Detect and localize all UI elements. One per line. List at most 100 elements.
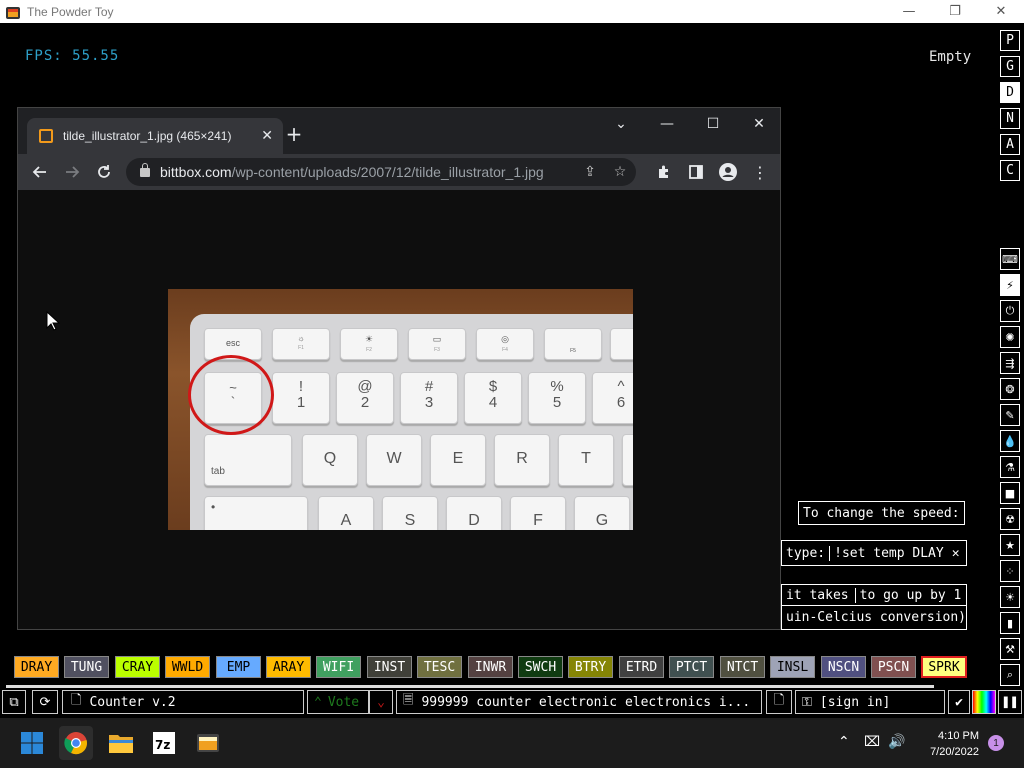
vote-up-button[interactable]: ⌃ Vote bbox=[307, 690, 369, 714]
sign-in-label: [sign in] bbox=[819, 694, 891, 710]
clock-time: 4:10 PM bbox=[938, 730, 979, 742]
element-button-sprk[interactable]: SPRK bbox=[921, 656, 967, 678]
save-name-button[interactable]: 🗋 Counter v.2 bbox=[62, 690, 304, 714]
browser-maximize-button[interactable]: ☐ bbox=[690, 110, 736, 138]
radioactive-icon[interactable]: ☢ bbox=[1000, 508, 1020, 530]
windows-start-icon[interactable] bbox=[15, 726, 49, 760]
flask-icon[interactable]: ⚗ bbox=[1000, 456, 1020, 478]
back-arrow-icon[interactable] bbox=[26, 158, 54, 186]
network-icon[interactable]: ⌧ bbox=[864, 734, 880, 750]
chrome-taskbar-icon[interactable] bbox=[59, 726, 93, 760]
search-icon[interactable]: ⌕ bbox=[1000, 664, 1020, 686]
close-icon[interactable]: ✕ bbox=[952, 546, 960, 561]
lock-icon[interactable] bbox=[140, 162, 150, 177]
new-simulation-icon[interactable]: 🗋 bbox=[766, 690, 792, 714]
key-tab: tab bbox=[204, 434, 292, 486]
key-s: S bbox=[382, 496, 438, 530]
reload-save-icon[interactable]: ⟳ bbox=[32, 690, 58, 714]
plug-icon[interactable]: ⚡ bbox=[1000, 274, 1020, 296]
key-q: Q bbox=[302, 434, 358, 486]
element-button-nscn[interactable]: NSCN bbox=[821, 656, 866, 678]
solid-icon[interactable]: ■ bbox=[1000, 482, 1020, 504]
power-icon[interactable]: ⏻ bbox=[1000, 300, 1020, 322]
browser-minimize-button[interactable]: — bbox=[644, 110, 690, 138]
minimize-button[interactable]: — bbox=[886, 0, 932, 23]
wrench-icon[interactable]: ⚒ bbox=[1000, 638, 1020, 660]
element-button-pscn[interactable]: PSCN bbox=[871, 656, 916, 678]
side-button-air[interactable]: A bbox=[1000, 134, 1020, 155]
notification-badge[interactable]: 1 bbox=[988, 735, 1004, 751]
powder-toy-taskbar-icon[interactable] bbox=[191, 726, 225, 760]
side-button-gravity[interactable]: G bbox=[1000, 56, 1020, 77]
element-button-insl[interactable]: INSL bbox=[770, 656, 815, 678]
element-button-btry[interactable]: BTRY bbox=[568, 656, 613, 678]
forward-arrow-icon[interactable] bbox=[58, 158, 86, 186]
open-save-icon[interactable]: ⧉ bbox=[2, 690, 26, 714]
vote-down-button[interactable]: ⌄ bbox=[369, 690, 393, 714]
settings-check-icon[interactable]: ✔ bbox=[948, 690, 970, 714]
browser-tab[interactable]: tilde_illustrator_1.jpg (465×241) ✕ bbox=[27, 118, 283, 154]
pause-icon[interactable]: ❚❚ bbox=[998, 690, 1022, 714]
powders-icon[interactable]: ✎ bbox=[1000, 404, 1020, 426]
save-tags: 999999 counter electronic electronics i.… bbox=[421, 694, 751, 710]
drop-icon[interactable]: 💧 bbox=[1000, 430, 1020, 452]
speed-tooltip: To change the speed: bbox=[798, 501, 965, 525]
tools-icon[interactable]: ▮ bbox=[1000, 612, 1020, 634]
sign-in-button[interactable]: ⚿ [sign in] bbox=[795, 690, 945, 714]
kebab-menu-icon[interactable]: ⋮ bbox=[746, 158, 774, 186]
rate-tooltip: it takes to go up by 1 bbox=[781, 584, 967, 606]
element-button-dray[interactable]: DRAY bbox=[14, 656, 59, 678]
gases-icon[interactable]: ⇶ bbox=[1000, 352, 1020, 374]
side-button-clear[interactable]: C bbox=[1000, 160, 1020, 181]
key-f2: ☀ F2 bbox=[340, 328, 398, 360]
element-button-aray[interactable]: ARAY bbox=[266, 656, 311, 678]
address-bar[interactable]: bittbox.com/wp-content/uploads/2007/12/t… bbox=[126, 158, 636, 186]
explosive-icon[interactable]: ✺ bbox=[1000, 326, 1020, 348]
bulb-icon[interactable]: ☀ bbox=[1000, 586, 1020, 608]
file-explorer-icon[interactable] bbox=[104, 726, 138, 760]
side-button-newtonian[interactable]: N bbox=[1000, 108, 1020, 129]
fps-readout: FPS: 55.55 bbox=[25, 48, 120, 64]
element-button-emp[interactable]: EMP bbox=[216, 656, 261, 678]
profile-avatar-icon[interactable] bbox=[714, 158, 742, 186]
renderer-icon[interactable] bbox=[972, 690, 996, 714]
reload-icon[interactable] bbox=[90, 158, 118, 186]
system-clock[interactable]: 4:10 PM 7/20/2022 bbox=[919, 728, 979, 760]
show-hidden-icons-icon[interactable]: ⌃ bbox=[838, 734, 850, 750]
keyboard-icon[interactable]: ⌨ bbox=[1000, 248, 1020, 270]
close-button[interactable]: ✕ bbox=[978, 0, 1024, 23]
element-button-ptct[interactable]: PTCT bbox=[669, 656, 714, 678]
app-title: The Powder Toy bbox=[27, 4, 114, 19]
side-panel-icon[interactable] bbox=[682, 158, 710, 186]
special-icon[interactable]: ★ bbox=[1000, 534, 1020, 556]
element-button-etrd[interactable]: ETRD bbox=[619, 656, 664, 678]
element-button-wwld[interactable]: WWLD bbox=[165, 656, 210, 678]
page-viewport: esc ☼ F1 ☀ F2 ▭ F3 ◎ F4 F5 ~ ` ! 1 @2 #3 $4 % 5… bbox=[18, 190, 780, 629]
element-button-tung[interactable]: TUNG bbox=[64, 656, 109, 678]
tab-search-icon[interactable]: ⌄ bbox=[598, 110, 644, 138]
life-icon[interactable]: ⁘ bbox=[1000, 560, 1020, 582]
side-button-pause[interactable]: P bbox=[1000, 30, 1020, 51]
restore-button[interactable]: ❐ bbox=[932, 0, 978, 23]
element-button-inst[interactable]: INST bbox=[367, 656, 412, 678]
type-label: type: bbox=[786, 545, 826, 561]
element-button-tesc[interactable]: TESC bbox=[417, 656, 462, 678]
tags-button[interactable]: 🗏 999999 counter electronic electronics … bbox=[396, 690, 762, 714]
new-tab-button[interactable]: + bbox=[280, 120, 308, 148]
7zip-icon[interactable]: 7z bbox=[147, 726, 181, 760]
extensions-puzzle-icon[interactable] bbox=[650, 158, 678, 186]
element-button-cray[interactable]: CRAY bbox=[115, 656, 160, 678]
volume-icon[interactable]: 🔊 bbox=[888, 734, 905, 750]
keyboard-photo: esc ☼ F1 ☀ F2 ▭ F3 ◎ F4 F5 ~ ` ! 1 @2 #3 $4 % 5… bbox=[168, 289, 633, 530]
browser-close-button[interactable]: ✕ bbox=[736, 110, 782, 138]
element-button-ntct[interactable]: NTCT bbox=[720, 656, 765, 678]
bookmark-star-icon[interactable]: ☆ bbox=[610, 162, 630, 182]
element-button-wifi[interactable]: WIFI bbox=[316, 656, 361, 678]
liquids-icon[interactable]: ❂ bbox=[1000, 378, 1020, 400]
key-g: G bbox=[574, 496, 630, 530]
element-button-inwr[interactable]: INWR bbox=[468, 656, 513, 678]
tab-close-icon[interactable]: ✕ bbox=[261, 128, 273, 144]
share-icon[interactable]: ⇪ bbox=[580, 162, 600, 182]
side-button-display[interactable]: D bbox=[1000, 82, 1020, 103]
element-button-swch[interactable]: SWCH bbox=[518, 656, 563, 678]
